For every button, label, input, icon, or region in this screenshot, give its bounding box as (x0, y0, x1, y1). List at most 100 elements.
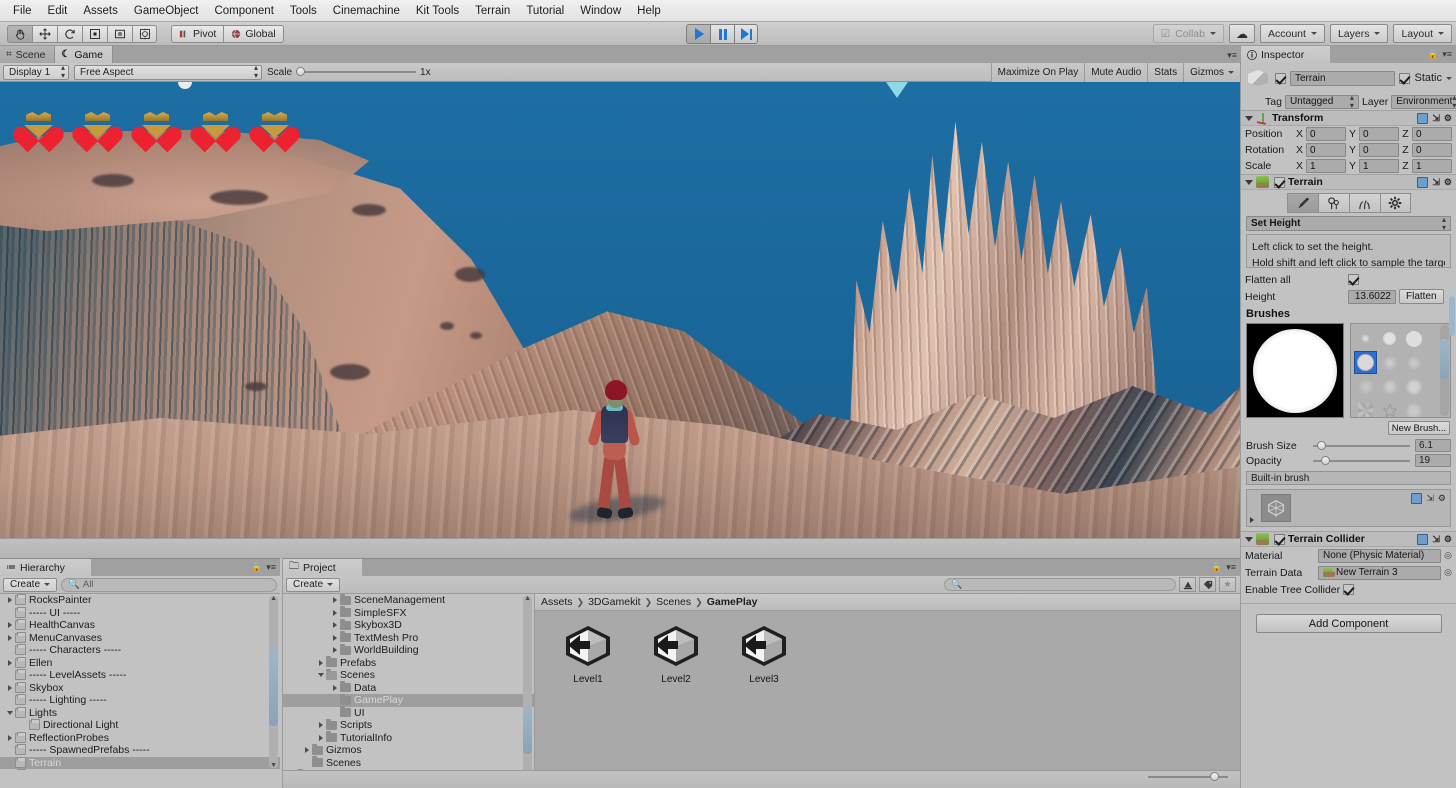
cloud-button[interactable]: ☁ (1229, 24, 1255, 43)
object-enabled-checkbox[interactable] (1275, 72, 1286, 84)
hierarchy-item[interactable]: Lights (0, 706, 280, 720)
terrain-tool-settings[interactable] (1379, 193, 1411, 213)
flatten-button[interactable]: Flatten (1399, 289, 1444, 304)
flatten-all-checkbox[interactable] (1348, 274, 1359, 285)
gizmos-dropdown[interactable]: Gizmos (1183, 63, 1240, 82)
hierarchy-tree[interactable]: ▲ ▼ RocksPainter ----- UI ----- HealthCanv… (0, 594, 280, 770)
hierarchy-scroll-thumb[interactable] (269, 648, 278, 726)
panel-options-icon[interactable]: ▾≡ (1227, 50, 1237, 61)
object-name-field[interactable]: Terrain (1290, 70, 1396, 86)
hierarchy-item[interactable]: ----- Lighting ----- (0, 694, 280, 707)
brush-swatch[interactable] (1403, 328, 1424, 349)
hierarchy-item[interactable]: ----- UI ----- (0, 606, 280, 620)
asset-item[interactable]: Level1 (557, 621, 619, 685)
account-button[interactable]: Account (1260, 24, 1325, 43)
transform-y-field[interactable]: 1 (1359, 159, 1399, 173)
brush-swatch[interactable] (1379, 400, 1400, 417)
terrain-tool-paint-trees[interactable] (1317, 193, 1349, 213)
menu-component[interactable]: Component (206, 3, 281, 19)
asset-item[interactable]: Level3 (733, 621, 795, 685)
scroll-up-icon[interactable]: ▲ (270, 595, 277, 602)
mute-audio-toggle[interactable]: Mute Audio (1084, 63, 1148, 82)
brush-swatch[interactable] (1379, 352, 1400, 373)
tree-toggle[interactable] (4, 659, 15, 666)
project-search-input[interactable]: 🔍 (944, 578, 1176, 591)
hierarchy-item[interactable]: HealthCanvas (0, 619, 280, 632)
chevron-down-icon[interactable] (1446, 76, 1452, 80)
tree-toggle[interactable] (301, 747, 312, 754)
panel-menu-icon[interactable]: ▾≡ (1442, 49, 1452, 60)
gear-icon[interactable]: ⚙ (1444, 113, 1452, 124)
tree-toggle[interactable] (329, 609, 340, 616)
menu-gameobject[interactable]: GameObject (126, 3, 207, 19)
project-tree-item[interactable]: Data (283, 681, 534, 695)
game-render-surface[interactable] (0, 82, 1240, 558)
hierarchy-create-button[interactable]: Create (3, 577, 58, 592)
tree-toggle[interactable] (329, 634, 340, 641)
filter-by-label-button[interactable] (1199, 577, 1216, 592)
tree-toggle[interactable] (4, 684, 15, 691)
panel-menu-icon[interactable]: ▾≡ (266, 562, 276, 573)
project-tree-scroll-thumb[interactable] (523, 706, 532, 754)
terrain-component-header[interactable]: Terrain ⇲ ⚙ (1241, 174, 1456, 190)
add-component-button[interactable]: Add Component (1255, 614, 1442, 633)
hierarchy-item[interactable]: ReflectionProbes (0, 731, 280, 745)
brush-swatch[interactable] (1403, 376, 1424, 397)
gear-icon[interactable]: ⚙ (1438, 493, 1446, 504)
tree-toggle[interactable] (4, 710, 15, 715)
project-tree-item[interactable]: Skybox3D (283, 618, 534, 632)
object-picker-icon[interactable]: ◎ (1444, 550, 1452, 561)
brush-swatch-selected[interactable] (1354, 351, 1377, 374)
breadcrumb-segment[interactable]: GamePlay (707, 596, 758, 608)
project-tree-item[interactable]: GamePlay (283, 693, 534, 707)
tree-toggle[interactable] (329, 622, 340, 629)
expand-arrow-icon[interactable] (1250, 517, 1254, 523)
inspector-scrollbar-thumb[interactable] (1449, 296, 1455, 336)
project-panel-options[interactable]: 🔒 ▾≡ (1211, 562, 1236, 573)
hierarchy-item[interactable]: Ellen (0, 656, 280, 670)
asset-item[interactable]: Level2 (645, 621, 707, 685)
collider-material-field[interactable]: None (Physic Material) (1318, 548, 1442, 563)
breadcrumb-segment[interactable]: 3DGamekit (588, 596, 641, 608)
opacity-value[interactable]: 19 (1415, 454, 1451, 467)
tree-toggle[interactable] (329, 597, 340, 604)
terrain-data-field[interactable]: New Terrain 3 (1318, 565, 1442, 580)
gear-icon[interactable]: ⚙ (1444, 534, 1452, 545)
inspector-panel-options[interactable]: 🔒 ▾≡ (1427, 49, 1452, 60)
transform-tool-button[interactable] (132, 24, 157, 43)
height-field[interactable]: 13.6022 (1348, 289, 1396, 304)
terrain-collider-enabled-checkbox[interactable] (1274, 533, 1285, 545)
brush-swatch[interactable] (1379, 376, 1400, 397)
tab-inspector[interactable]: ⓘ Inspector (1241, 46, 1331, 63)
hierarchy-item[interactable]: Directional Light (0, 719, 280, 732)
opacity-slider[interactable] (1313, 455, 1410, 465)
filter-by-type-button[interactable] (1179, 577, 1196, 592)
pause-button[interactable] (710, 24, 734, 44)
collab-button[interactable]: ☑ Collab (1152, 24, 1224, 43)
terrain-tool-paint-details[interactable] (1348, 193, 1380, 213)
tree-toggle[interactable] (315, 673, 326, 678)
project-tree-item[interactable]: Prefabs (283, 656, 534, 670)
hierarchy-item[interactable]: ----- Characters ----- (0, 644, 280, 657)
menu-edit[interactable]: Edit (40, 3, 76, 19)
layers-button[interactable]: Layers (1329, 24, 1389, 43)
brush-swatch[interactable] (1403, 400, 1424, 417)
lock-icon[interactable]: 🔒 (1211, 562, 1222, 573)
terrain-mode-dropdown[interactable]: Set Height ▴ ▾ (1246, 215, 1451, 231)
help-icon[interactable] (1411, 493, 1423, 504)
brush-swatch[interactable] (1379, 328, 1400, 349)
project-tree-item[interactable]: TutorialInfo (283, 731, 534, 745)
brush-size-knob[interactable] (1317, 440, 1326, 450)
transform-x-field[interactable]: 0 (1306, 127, 1346, 141)
tree-toggle[interactable] (4, 622, 15, 629)
maximize-on-play-toggle[interactable]: Maximize On Play (990, 63, 1085, 82)
hierarchy-search-input[interactable]: 🔍 All (61, 577, 277, 592)
tree-toggle[interactable] (4, 634, 15, 641)
help-icon[interactable] (1417, 176, 1429, 188)
tab-scene[interactable]: ⌗ Scene (0, 46, 56, 63)
menu-window[interactable]: Window (572, 3, 629, 19)
rect-tool-button[interactable] (107, 24, 132, 43)
brush-swatch[interactable] (1355, 400, 1376, 417)
transform-z-field[interactable]: 0 (1412, 143, 1452, 157)
transform-x-field[interactable]: 0 (1306, 143, 1346, 157)
